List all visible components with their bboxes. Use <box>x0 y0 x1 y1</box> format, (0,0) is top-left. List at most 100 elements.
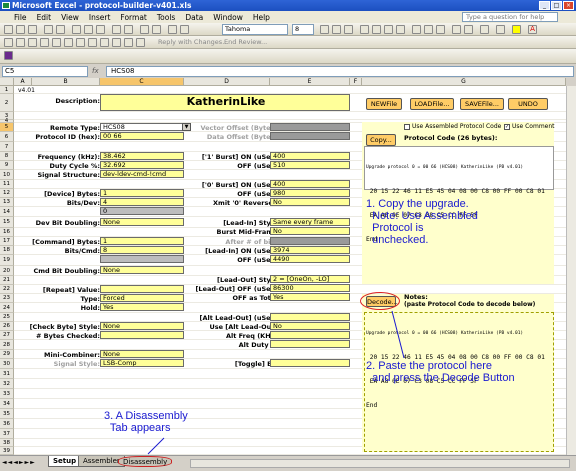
toolbar-icon-6[interactable] <box>64 38 73 47</box>
row-header-28[interactable]: 28 <box>0 340 14 350</box>
align-center-icon[interactable] <box>372 25 381 34</box>
merge-icon[interactable] <box>396 25 405 34</box>
fill-color-icon[interactable] <box>512 25 521 34</box>
column-header-c[interactable]: C <box>100 78 184 86</box>
italic-icon[interactable] <box>332 25 341 34</box>
cut-icon[interactable] <box>72 25 81 34</box>
column-header-d[interactable]: D <box>184 78 270 86</box>
toolbar-icon-11[interactable] <box>124 38 133 47</box>
paste-icon[interactable] <box>96 25 105 34</box>
decimal-icon[interactable] <box>452 25 461 34</box>
indent-icon[interactable] <box>464 25 473 34</box>
font-select[interactable]: Tahoma <box>222 24 288 35</box>
menu-tools[interactable]: Tools <box>157 13 175 22</box>
row-header-14[interactable]: 14 <box>0 207 14 217</box>
redo-icon[interactable] <box>124 25 133 34</box>
menu-view[interactable]: View <box>61 13 79 22</box>
toolbar-icon-8[interactable] <box>88 38 97 47</box>
row-header-33[interactable]: 33 <box>0 389 14 399</box>
row-header-32[interactable]: 32 <box>0 379 14 389</box>
column-header-g[interactable]: G <box>362 78 566 86</box>
row-header-23[interactable]: 23 <box>0 294 14 303</box>
row-header-25[interactable]: 25 <box>0 313 14 322</box>
row-header-18[interactable]: 18 <box>0 246 14 255</box>
toolbar-icon-9[interactable] <box>100 38 109 47</box>
font-color-icon[interactable]: A <box>528 25 537 34</box>
save-icon[interactable] <box>28 25 37 34</box>
minimize-button[interactable]: _ <box>539 1 550 10</box>
menu-insert[interactable]: Insert <box>89 13 111 22</box>
percent-icon[interactable] <box>424 25 433 34</box>
column-header-e[interactable]: E <box>270 78 350 86</box>
row-header-17[interactable]: 17 <box>0 237 14 246</box>
column-header-a[interactable]: A <box>14 78 32 86</box>
select-all-corner[interactable] <box>0 78 14 86</box>
sort-icon[interactable] <box>152 25 161 34</box>
zoom-icon[interactable] <box>180 25 189 34</box>
sum-icon[interactable] <box>140 25 149 34</box>
row-header-2[interactable]: 2 <box>0 94 14 112</box>
row-header-38[interactable]: 38 <box>0 439 14 447</box>
row-header-7[interactable]: 7 <box>0 142 14 152</box>
undo-icon[interactable] <box>112 25 121 34</box>
menu-format[interactable]: Format <box>120 13 146 22</box>
row-header-19[interactable]: 19 <box>0 255 14 266</box>
row-header-39[interactable]: 39 <box>0 447 14 455</box>
row-header-26[interactable]: 26 <box>0 322 14 331</box>
formula-input[interactable]: HCS08 <box>106 66 574 77</box>
copy-icon[interactable] <box>84 25 93 34</box>
end-review-button[interactable]: End Review... <box>224 38 267 46</box>
new-icon[interactable] <box>4 25 13 34</box>
row-header-29[interactable]: 29 <box>0 350 14 359</box>
toolbar-icon-3[interactable] <box>28 38 37 47</box>
row-header-27[interactable]: 27 <box>0 331 14 340</box>
menu-file[interactable]: File <box>14 13 27 22</box>
bold-icon[interactable] <box>320 25 329 34</box>
menu-edit[interactable]: Edit <box>37 13 52 22</box>
vertical-scrollbar[interactable] <box>566 86 576 455</box>
comma-icon[interactable] <box>436 25 445 34</box>
align-left-icon[interactable] <box>360 25 369 34</box>
row-header-31[interactable]: 31 <box>0 369 14 379</box>
row-header-8[interactable]: 8 <box>0 152 14 161</box>
tab-setup[interactable]: Setup <box>48 456 82 467</box>
row-header-10[interactable]: 10 <box>0 170 14 180</box>
row-header-35[interactable]: 35 <box>0 409 14 419</box>
row-header-37[interactable]: 37 <box>0 429 14 439</box>
underline-icon[interactable] <box>344 25 353 34</box>
close-button[interactable]: × <box>563 1 574 10</box>
font-size-select[interactable]: 8 <box>292 24 314 35</box>
worksheet[interactable]: v4.01 Description: KatherinLike Remote T… <box>14 86 576 455</box>
menu-help[interactable]: Help <box>253 13 270 22</box>
row-header-12[interactable]: 12 <box>0 189 14 198</box>
open-icon[interactable] <box>16 25 25 34</box>
tab-disassembly[interactable]: Disassembly <box>118 456 173 467</box>
row-header-30[interactable]: 30 <box>0 359 14 369</box>
row-header-11[interactable]: 11 <box>0 180 14 189</box>
toolbar-icon-12[interactable] <box>136 38 145 47</box>
currency-icon[interactable] <box>412 25 421 34</box>
maximize-button[interactable]: □ <box>551 1 562 10</box>
row-header-20[interactable]: 20 <box>0 266 14 276</box>
borders-icon[interactable] <box>496 25 505 34</box>
row-header-15[interactable]: 15 <box>0 217 14 228</box>
menu-window[interactable]: Window <box>213 13 243 22</box>
column-header-f[interactable]: F <box>350 78 362 86</box>
toolbar-icon-2[interactable] <box>16 38 25 47</box>
macro-icon[interactable] <box>4 51 13 60</box>
outdent-icon[interactable] <box>480 25 489 34</box>
horizontal-scrollbar[interactable] <box>190 459 570 468</box>
row-header-1[interactable]: 1 <box>0 86 14 94</box>
toolbar-icon-5[interactable] <box>52 38 61 47</box>
row-header-22[interactable]: 22 <box>0 285 14 294</box>
reply-with-changes-button[interactable]: Reply with Changes... <box>158 38 228 46</box>
row-header-24[interactable]: 24 <box>0 303 14 313</box>
toolbar-icon-10[interactable] <box>112 38 121 47</box>
preview-icon[interactable] <box>56 25 65 34</box>
toolbar-icon-1[interactable] <box>4 38 13 47</box>
row-header-13[interactable]: 13 <box>0 198 14 207</box>
chart-icon[interactable] <box>168 25 177 34</box>
row-header-16[interactable]: 16 <box>0 228 14 237</box>
column-header-b[interactable]: B <box>32 78 100 86</box>
row-header-6[interactable]: 6 <box>0 132 14 142</box>
